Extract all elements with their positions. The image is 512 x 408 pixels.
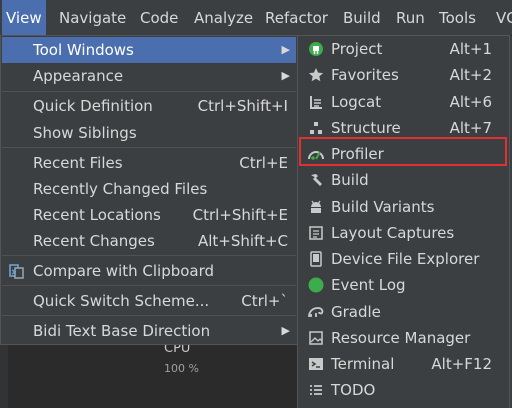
- terminal-icon: [307, 355, 325, 373]
- device-icon: [307, 250, 325, 268]
- submenu-item-favorites[interactable]: Favorites Alt+2: [299, 62, 508, 88]
- submenu-item-todo[interactable]: TODO: [299, 377, 508, 403]
- submenu-item-device-file-explorer[interactable]: Device File Explorer: [299, 246, 508, 272]
- menu-item-quick-definition[interactable]: Quick Definition Ctrl+Shift+I: [2, 93, 296, 119]
- menu-item-label: Recently Changed Files: [33, 180, 208, 198]
- submenu-item-resource-manager[interactable]: Resource Manager: [299, 325, 508, 351]
- hammer-icon: [307, 171, 325, 189]
- menu-item-recent-files[interactable]: Recent Files Ctrl+E: [2, 150, 296, 176]
- structure-icon: [307, 119, 325, 137]
- menu-item-shortcut: Alt+2: [449, 66, 492, 84]
- menu-item-label: Event Log: [331, 276, 406, 294]
- menu-item-label: Device File Explorer: [331, 250, 480, 268]
- submenu-item-terminal[interactable]: Terminal Alt+F12: [299, 351, 508, 377]
- menu-refactor[interactable]: Refactor: [261, 0, 332, 36]
- menu-separator: [2, 315, 296, 316]
- submenu-item-build-variants[interactable]: Build Variants: [299, 194, 508, 220]
- submenu-arrow-icon: ▶: [281, 324, 290, 337]
- submenu-item-logcat[interactable]: Logcat Alt+6: [299, 89, 508, 115]
- resource-manager-icon: [307, 329, 325, 347]
- menu-item-quick-switch-scheme[interactable]: Quick Switch Scheme... Ctrl+`: [2, 288, 296, 314]
- menu-item-label: TODO: [331, 381, 376, 399]
- menu-vcs[interactable]: VC: [492, 0, 512, 36]
- menu-item-label: Show Siblings: [33, 124, 137, 142]
- android-icon: [307, 198, 325, 216]
- view-menu-dropdown: Tool Windows ▶ Appearance ▶ Quick Defini…: [0, 35, 298, 345]
- menu-item-shortcut: Ctrl+Shift+I: [197, 97, 288, 115]
- submenu-item-event-log[interactable]: Event Log: [299, 272, 508, 298]
- submenu-item-gradle[interactable]: Gradle: [299, 299, 508, 325]
- menu-item-show-siblings[interactable]: Show Siblings: [2, 120, 296, 146]
- tool-windows-submenu: Project Alt+1 Favorites Alt+2 Logcat Alt…: [297, 35, 510, 408]
- menu-item-label: Terminal: [331, 355, 395, 373]
- project-icon: [307, 40, 325, 58]
- menu-item-label: Quick Switch Scheme...: [33, 292, 210, 310]
- menu-item-label: Compare with Clipboard: [33, 262, 215, 280]
- menu-item-recent-locations[interactable]: Recent Locations Ctrl+Shift+E: [2, 202, 296, 228]
- menu-separator: [2, 147, 296, 148]
- menu-item-shortcut: Ctrl+E: [239, 154, 288, 172]
- menu-separator: [2, 255, 296, 256]
- profiler-highlight-box: [299, 137, 507, 166]
- menu-tools[interactable]: Tools: [435, 0, 480, 36]
- event-log-icon: [307, 276, 325, 294]
- menu-item-shortcut: Ctrl+`: [241, 292, 288, 310]
- menu-item-recently-changed-files[interactable]: Recently Changed Files: [2, 176, 296, 202]
- menu-item-label: Quick Definition: [33, 97, 153, 115]
- layout-captures-icon: [307, 224, 325, 242]
- menu-item-shortcut: Alt+F12: [431, 355, 492, 373]
- cpu-percent: 100 %: [164, 362, 199, 375]
- menu-item-shortcut: Alt+Shift+C: [197, 232, 288, 250]
- menu-separator: [2, 285, 296, 286]
- star-icon: [307, 66, 325, 84]
- submenu-item-layout-captures[interactable]: Layout Captures: [299, 220, 508, 246]
- menu-item-appearance[interactable]: Appearance ▶: [2, 63, 296, 89]
- menu-item-bidi-text-base-direction[interactable]: Bidi Text Base Direction ▶: [2, 318, 296, 344]
- submenu-item-build[interactable]: Build: [299, 167, 508, 193]
- menu-run[interactable]: Run: [392, 0, 429, 36]
- menu-item-label: Favorites: [331, 66, 399, 84]
- menu-item-label: Build Variants: [331, 198, 435, 216]
- menu-item-shortcut: Alt+6: [449, 93, 492, 111]
- menu-item-compare-with-clipboard[interactable]: Compare with Clipboard: [2, 258, 296, 284]
- menu-view[interactable]: View: [2, 0, 46, 36]
- menu-item-label: Layout Captures: [331, 224, 455, 242]
- menu-item-shortcut: Alt+1: [449, 40, 492, 58]
- todo-icon: [307, 381, 325, 399]
- compare-clipboard-icon: [8, 262, 26, 280]
- menu-item-label: Logcat: [331, 93, 382, 111]
- logcat-icon: [307, 93, 325, 111]
- menu-build[interactable]: Build: [339, 0, 385, 36]
- menu-item-label: Project: [331, 40, 383, 58]
- submenu-item-project[interactable]: Project Alt+1: [299, 36, 508, 62]
- menu-item-label: Gradle: [331, 303, 381, 321]
- gradle-icon: [307, 303, 325, 321]
- menu-item-recent-changes[interactable]: Recent Changes Alt+Shift+C: [2, 228, 296, 254]
- menu-item-tool-windows[interactable]: Tool Windows ▶: [2, 37, 296, 63]
- menu-item-label: Build: [331, 171, 369, 189]
- submenu-arrow-icon: ▶: [281, 69, 290, 82]
- menu-item-label: Appearance: [33, 67, 124, 85]
- menu-separator: [2, 91, 296, 92]
- menu-item-shortcut: Ctrl+Shift+E: [192, 206, 288, 224]
- menu-item-label: Recent Changes: [33, 232, 155, 250]
- menu-code[interactable]: Code: [136, 0, 182, 36]
- menu-navigate[interactable]: Navigate: [55, 0, 130, 36]
- submenu-arrow-icon: ▶: [281, 43, 290, 56]
- menu-item-label: Bidi Text Base Direction: [33, 322, 211, 340]
- menu-bar: View Navigate Code Analyze Refactor Buil…: [0, 0, 512, 36]
- menu-item-label: Resource Manager: [331, 329, 471, 347]
- menu-item-label: Recent Locations: [33, 206, 161, 224]
- menu-item-label: Recent Files: [33, 154, 123, 172]
- menu-analyze[interactable]: Analyze: [190, 0, 257, 36]
- menu-item-label: Tool Windows: [33, 41, 134, 59]
